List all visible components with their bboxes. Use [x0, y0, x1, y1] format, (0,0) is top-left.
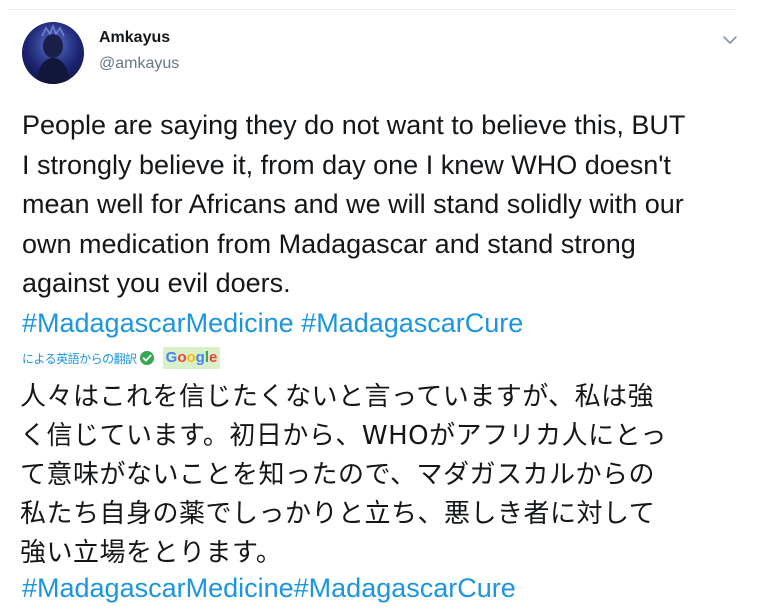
translated-text-line: く信じています。初日から、WHOがアフリカ人にとっ	[20, 421, 667, 451]
tweet-text-line: People are saying they do not want to be…	[22, 110, 686, 140]
chevron-down-icon	[723, 36, 737, 44]
tweet-header: Amkayus @amkayus	[22, 22, 742, 84]
hashtags: #MadagascarMedicine #MadagascarCure	[22, 305, 523, 341]
google-badge[interactable]: Google	[162, 347, 221, 369]
hashtag-link[interactable]: #MadagascarCure	[301, 308, 523, 338]
tweet-text-line: own medication from Madagascar and stand…	[22, 228, 636, 259]
divider	[8, 9, 735, 10]
google-letter: o	[186, 349, 196, 366]
screen-name[interactable]: @amkayus	[99, 54, 179, 74]
google-letter: g	[195, 349, 205, 366]
avatar-image	[22, 22, 84, 84]
tweet-text-line: I strongly believe it, from day one I kn…	[22, 149, 671, 180]
hashtag-link[interactable]: #MadagascarMedicine	[22, 573, 294, 603]
hashtag-link[interactable]: #MadagascarCure	[294, 573, 516, 603]
display-name[interactable]: Amkayus	[99, 28, 179, 48]
google-letter: G	[165, 349, 178, 366]
tweet-menu-button[interactable]	[720, 30, 740, 50]
tweet-card: Amkayus @amkayus People are saying they …	[0, 0, 765, 612]
hashtag-link[interactable]: #MadagascarMedicine	[22, 308, 294, 338]
translated-text-line: て意味がないことを知ったので、マダガスカルからの	[20, 460, 655, 490]
translated-text-line: 人々はこれを信じたくないと言っていますが、私は強	[20, 382, 655, 412]
google-letter: e	[209, 349, 218, 366]
tweet-text-line: against you evil doers.	[22, 268, 291, 298]
google-letter: o	[177, 349, 187, 366]
tweet-text-line: mean well for Africans and we will stand…	[22, 189, 684, 219]
avatar[interactable]	[22, 22, 84, 84]
check-circle-icon	[139, 351, 154, 365]
translation-attribution: による英語からの翻訳 Google	[22, 346, 221, 370]
translated-hashtags: #MadagascarMedicine#MadagascarCure	[22, 570, 516, 606]
tweet-text: People are saying they do not want to be…	[22, 106, 742, 304]
translation-note: による英語からの翻訳	[22, 351, 137, 366]
translated-text-line: 強い立場をとります。	[20, 538, 283, 568]
translated-text-line: 私たち自身の薬でしっかりと立ち、悪しき者に対して	[20, 499, 656, 529]
translated-text: 人々はこれを信じたくないと言っていますが、私は強 く信じています。初日から、WH…	[20, 378, 740, 573]
user-names[interactable]: Amkayus @amkayus	[99, 28, 179, 74]
